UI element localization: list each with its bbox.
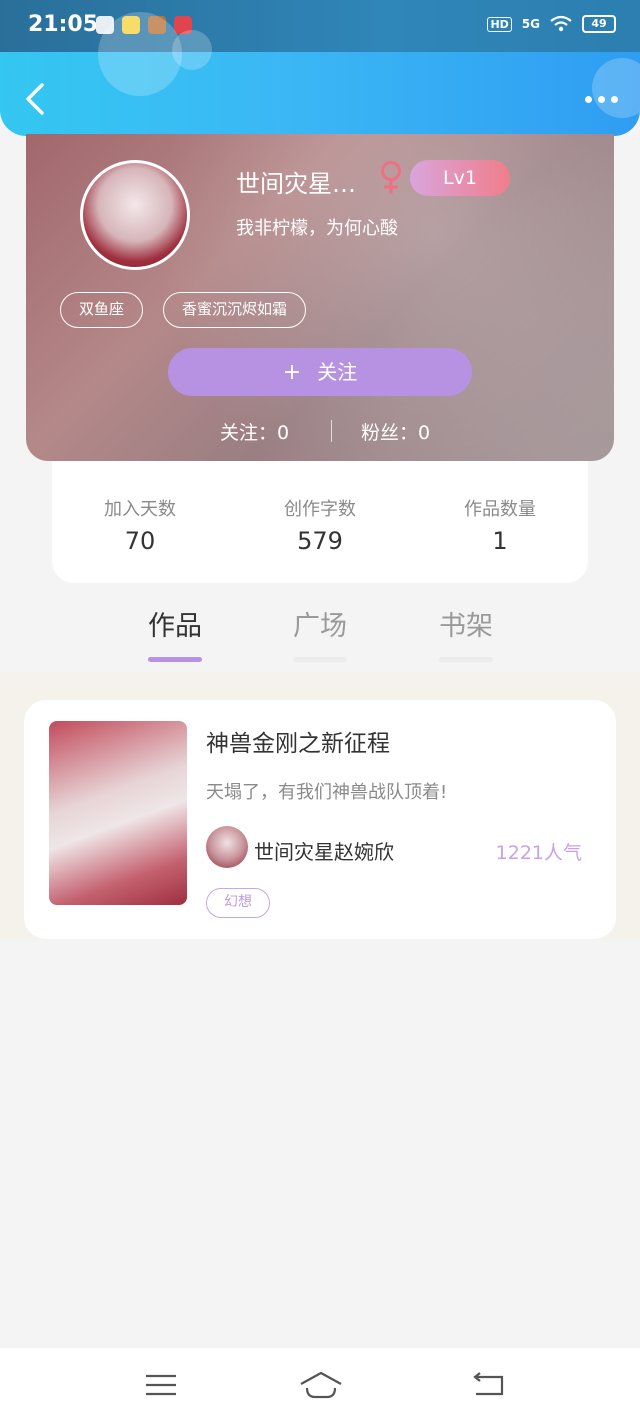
tab-plaza[interactable]: 广场 (275, 604, 365, 662)
profile-card: 世间灾星… Lv1 我非柠檬，为何心酸 双鱼座 香蜜沉沉烬如霜 + 关注 关注：0… (26, 134, 614, 461)
stat-label: 作品数量 (464, 499, 536, 520)
avatar[interactable] (80, 160, 190, 270)
hd-icon: HD (487, 16, 512, 32)
profile-signature: 我非柠檬，为何心酸 (236, 218, 398, 239)
author-avatar (206, 826, 248, 868)
battery-icon: 49 (582, 15, 616, 33)
book-description: 天塌了，有我们神兽战队顶着! (206, 782, 448, 803)
genre-tag: 幻想 (206, 888, 270, 918)
stat-works-count: 作品数量 1 (430, 495, 570, 555)
stats-panel: 加入天数 70 创作字数 579 作品数量 1 (52, 461, 588, 583)
more-dots-icon (611, 96, 618, 103)
tab-label: 书架 (439, 611, 493, 642)
status-right: HD 5G 49 (487, 15, 616, 33)
menu-icon[interactable] (142, 1370, 182, 1400)
more-dots-icon (585, 96, 592, 103)
tab-indicator (148, 657, 202, 662)
tab-indicator (293, 657, 347, 662)
stat-label: 加入天数 (104, 499, 176, 520)
profile-tag: 双鱼座 (60, 292, 144, 328)
profile-nickname: 世间灾星… (236, 170, 356, 198)
followers-count[interactable]: 粉丝：0 (361, 418, 430, 445)
book-cover-image[interactable] (49, 721, 187, 905)
home-icon[interactable] (298, 1370, 344, 1400)
stat-join-days: 加入天数 70 (70, 495, 210, 555)
network-signal-icon: 5G (521, 17, 540, 31)
popularity-count: 1221人气 (495, 842, 582, 864)
follow-counts: 关注：0 粉丝：0 (26, 418, 614, 446)
stat-value: 579 (297, 527, 343, 555)
level-badge: Lv1 (410, 160, 510, 196)
divider (331, 420, 332, 442)
author-name: 世间灾星赵婉欣 (254, 840, 394, 864)
profile-tag: 香蜜沉沉烬如霜 (163, 292, 307, 328)
top-header (0, 12, 640, 136)
status-bar: 21:05 HD 5G 49 (0, 0, 640, 52)
book-title: 神兽金刚之新征程 (206, 731, 390, 757)
tab-bookshelf[interactable]: 书架 (421, 604, 511, 662)
following-count[interactable]: 关注：0 (220, 418, 289, 445)
stat-word-count: 创作字数 579 (250, 495, 390, 555)
tab-indicator (439, 657, 493, 662)
status-time: 21:05 (28, 12, 99, 37)
work-card[interactable]: 神兽金刚之新征程 天塌了，有我们神兽战队顶着! 世间灾星赵婉欣 1221人气 幻… (24, 700, 616, 939)
content-tabs: 作品 广场 书架 (0, 600, 640, 670)
stat-label: 创作字数 (284, 499, 356, 520)
more-button[interactable] (585, 96, 618, 103)
decor-bubble (98, 12, 182, 96)
tab-label: 广场 (293, 611, 347, 642)
follow-button[interactable]: + 关注 (168, 348, 472, 396)
back-icon[interactable] (470, 1370, 510, 1400)
back-button[interactable] (22, 82, 50, 116)
stat-value: 1 (492, 527, 508, 555)
decor-bubble (592, 58, 640, 118)
chevron-left-icon (26, 83, 44, 115)
system-nav-bar (0, 1348, 640, 1422)
decor-bubble (172, 30, 212, 70)
stat-value: 70 (124, 527, 156, 555)
tab-label: 作品 (148, 611, 202, 642)
follow-button-label: 关注 (317, 360, 358, 384)
more-dots-icon (598, 96, 605, 103)
female-icon (381, 161, 401, 194)
tab-works[interactable]: 作品 (130, 604, 220, 662)
wifi-icon (550, 15, 572, 32)
plus-icon: + (282, 360, 302, 385)
